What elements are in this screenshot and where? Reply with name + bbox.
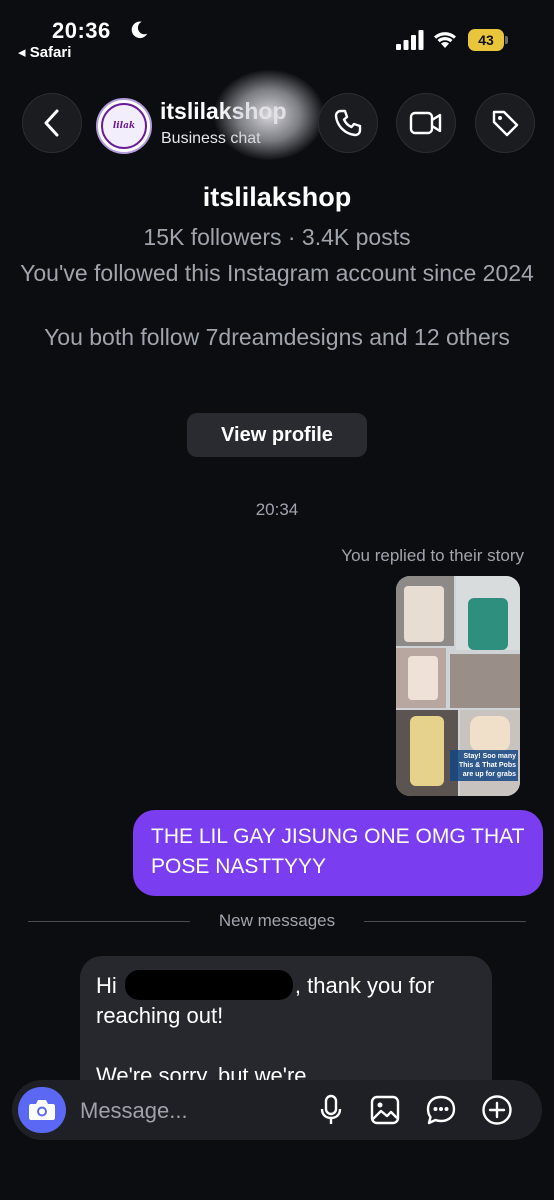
blur-redaction [214, 70, 324, 160]
mic-icon [320, 1094, 342, 1124]
story-photo [450, 654, 520, 708]
story-caption: Stay! Soo many This & That Pobs are up f… [450, 750, 518, 781]
greeting-text: Hi [96, 973, 117, 998]
follow-since-text: You've followed this Instagram account s… [20, 260, 534, 286]
profile-name: itslilakshop [202, 182, 352, 212]
moon-icon [131, 21, 148, 39]
battery-tip [505, 36, 508, 44]
back-button[interactable] [22, 93, 82, 153]
profile-stats: 15K followers · 3.4K posts [143, 224, 411, 250]
redacted-name [124, 970, 293, 1000]
story-photo [410, 716, 444, 786]
camera-button[interactable] [18, 1087, 66, 1133]
story-photo [468, 598, 508, 650]
tag-button[interactable] [475, 93, 535, 153]
tag-icon [492, 110, 519, 137]
message-input[interactable] [80, 1096, 300, 1126]
camera-icon [29, 1100, 55, 1120]
story-reply-note: You replied to their story [341, 546, 524, 565]
shop-logo: lilak [101, 103, 147, 149]
sticker-icon [426, 1095, 456, 1125]
shop-avatar[interactable]: lilak [96, 98, 152, 154]
message-timestamp: 20:34 [255, 500, 299, 519]
video-call-button[interactable] [396, 93, 456, 153]
mic-button[interactable] [314, 1092, 348, 1128]
dm-thread-screen: 20:36 ◂ Safari 43 lilak itslilakshop Bus… [0, 0, 554, 1200]
battery-indicator: 43 [468, 29, 508, 51]
story-thumbnail[interactable]: Stay! Soo many This & That Pobs are up f… [396, 576, 520, 796]
view-profile-button[interactable]: View profile [187, 413, 367, 457]
story-photo [408, 656, 438, 700]
received-message-text: Hi , thank you for reaching out! [96, 970, 476, 1031]
mutual-follows-text: You both follow 7dreamdesigns and 12 oth… [44, 324, 510, 350]
story-photo [470, 716, 510, 752]
video-camera-icon [409, 111, 442, 135]
battery-level: 43 [468, 29, 504, 51]
sticker-button[interactable] [424, 1092, 458, 1128]
gallery-icon [370, 1095, 400, 1125]
status-time: 20:36 [52, 18, 111, 43]
sent-message-bubble[interactable]: THE LIL GAY JISUNG ONE OMG THAT POSE NAS… [133, 810, 543, 896]
gallery-button[interactable] [368, 1092, 402, 1128]
back-chevron-icon [44, 109, 59, 137]
divider-line [364, 921, 526, 922]
plus-circle-icon [482, 1095, 512, 1125]
back-to-safari-link[interactable]: ◂ Safari [18, 43, 71, 61]
wifi-icon [434, 32, 456, 48]
more-button[interactable] [480, 1092, 514, 1128]
audio-call-button[interactable] [318, 93, 378, 153]
story-photo [404, 586, 444, 642]
phone-icon [334, 109, 362, 137]
signal-icon [396, 30, 424, 50]
